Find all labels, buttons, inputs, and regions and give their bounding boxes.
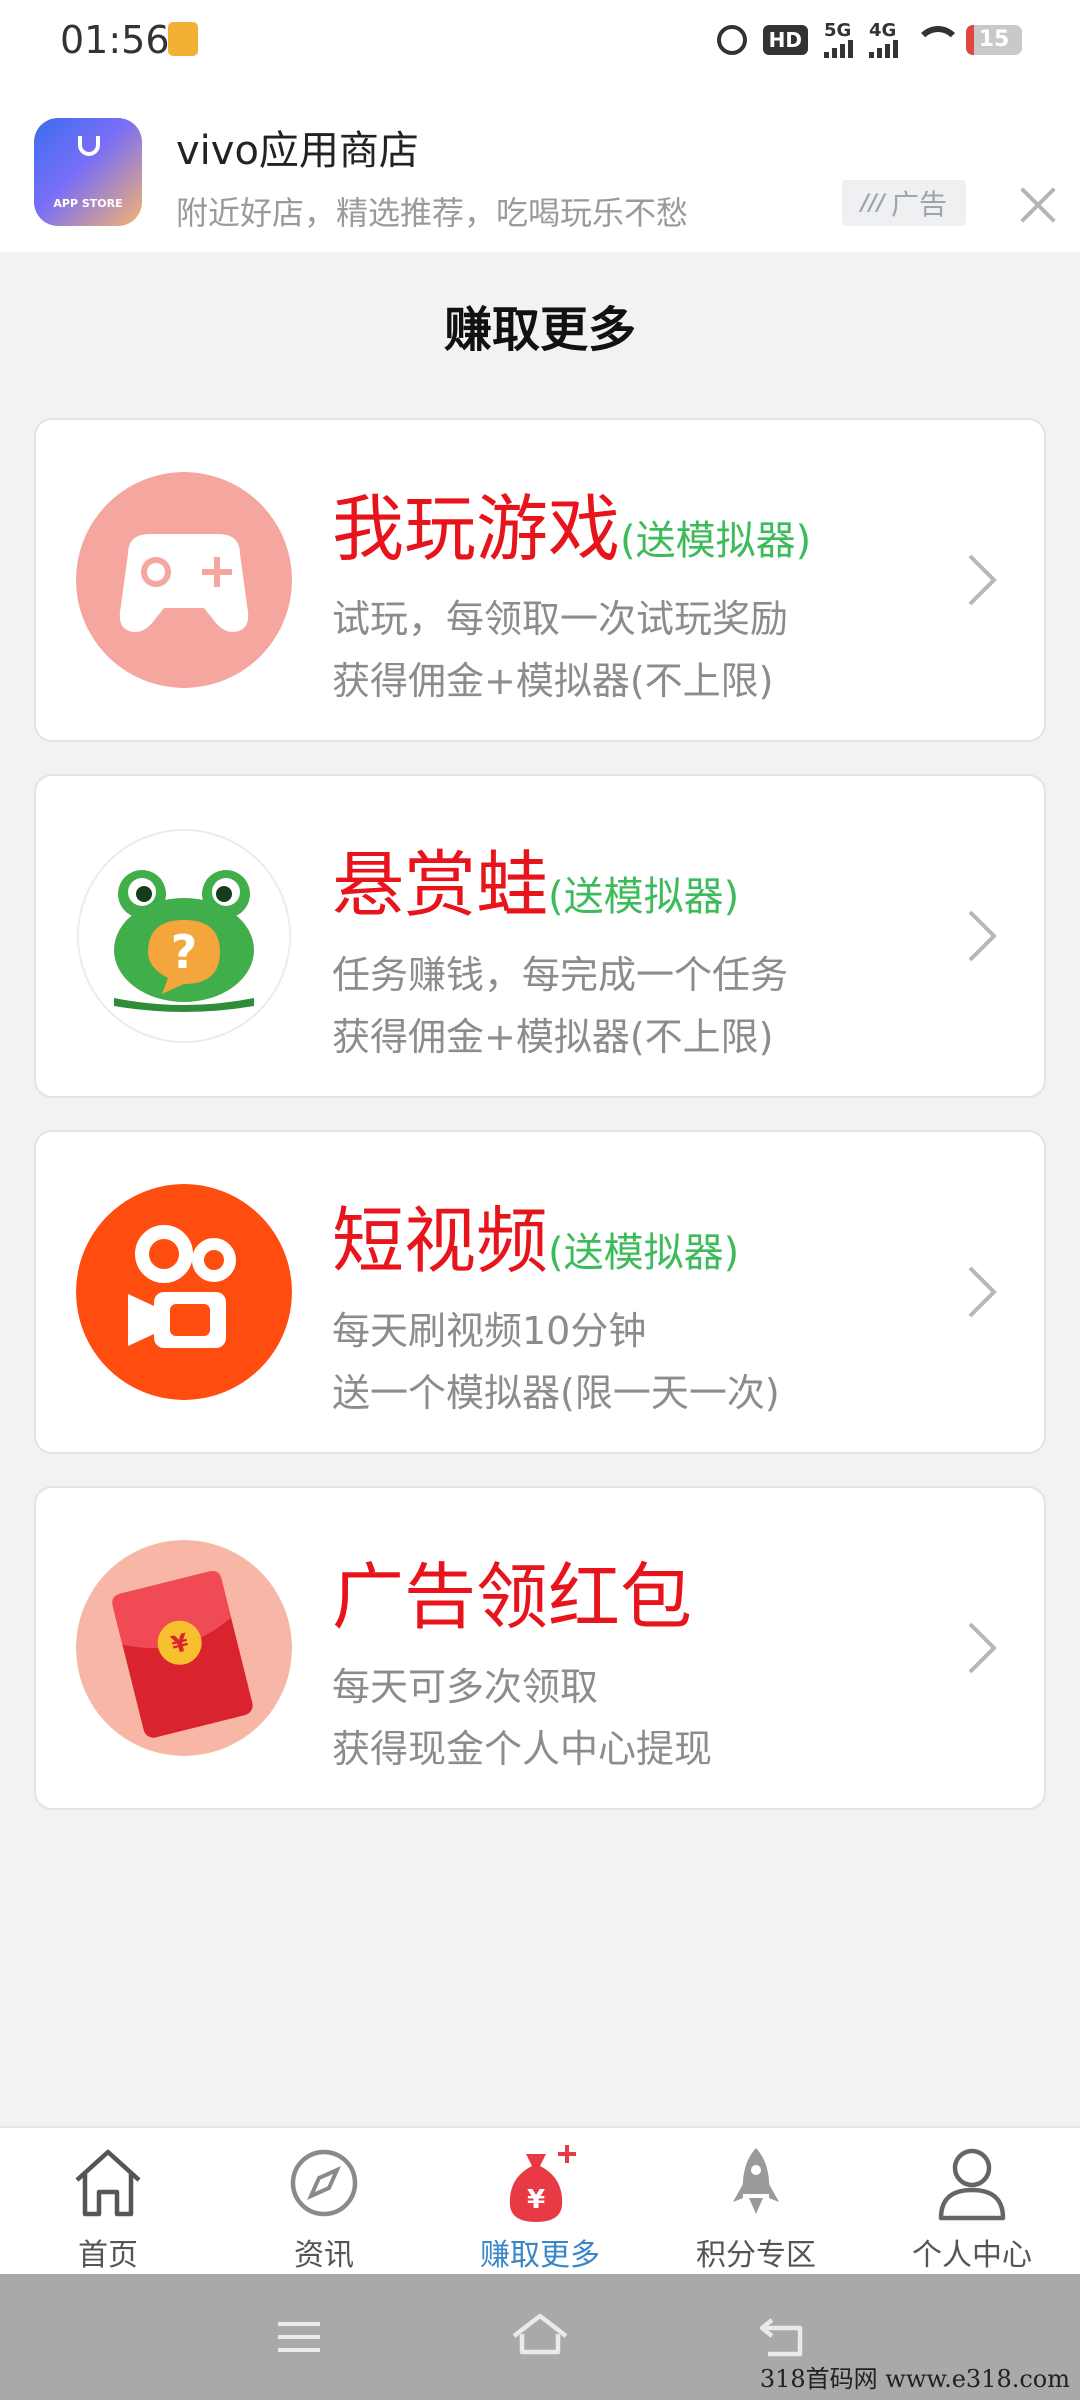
card-tag: (送模拟器) <box>548 1230 740 1276</box>
rocket-icon <box>733 2148 779 2214</box>
ad-mark-icon: /// <box>860 190 886 216</box>
ad-badge-label: 广告 <box>891 188 948 221</box>
nav-item-home[interactable]: 首页 <box>0 2128 216 2274</box>
nav-item-points[interactable]: 积分专区 <box>648 2128 864 2274</box>
chevron-right-icon <box>968 554 997 606</box>
money-bag-icon: ¥ <box>509 2145 576 2222</box>
svg-text:?: ? <box>171 925 198 979</box>
card-play-games[interactable]: 我玩游戏(送模拟器) 试玩，每领取一次试玩奖励 获得佣金+模拟器(不上限) <box>34 418 1046 742</box>
gamepad-icon <box>76 472 292 688</box>
signal-5g-icon: 5G <box>824 22 853 58</box>
nav-label: 积分专区 <box>696 2238 816 2273</box>
card-short-video[interactable]: 短视频(送模拟器) 每天刷视频10分钟 送一个模拟器(限一天一次) <box>34 1130 1046 1454</box>
app-store-logo: APP STORE <box>34 118 142 226</box>
chevron-right-icon <box>968 910 997 962</box>
page-title: 赚取更多 <box>443 302 636 358</box>
video-camera-icon <box>76 1184 292 1400</box>
card-title-row: 悬赏蛙(送模拟器) <box>332 826 739 931</box>
nav-item-earn-more[interactable]: ¥ 赚取更多 <box>432 2128 648 2274</box>
nav-label: 个人中心 <box>912 2238 1032 2273</box>
menu-icon[interactable] <box>274 2312 324 2362</box>
card-title: 悬赏蛙 <box>332 843 549 927</box>
nav-item-news[interactable]: 资讯 <box>216 2128 432 2274</box>
card-tag: (送模拟器) <box>548 874 740 920</box>
page-header: 赚取更多 <box>0 252 1080 386</box>
chevron-right-icon <box>968 1622 997 1674</box>
shopping-bag-icon <box>78 136 100 156</box>
nav-label: 赚取更多 <box>480 2238 600 2273</box>
nav-label: 首页 <box>78 2238 138 2273</box>
red-envelope-icon: ¥ <box>76 1540 292 1756</box>
card-desc-line1: 每天刷视频10分钟 <box>332 1309 647 1353</box>
battery-icon: 15 <box>966 25 1022 55</box>
card-description: 试玩，每领取一次试玩奖励 获得佣金+模拟器(不上限) <box>332 588 788 712</box>
card-ad-red-envelope[interactable]: ¥ 广告领红包 每天可多次领取 获得现金个人中心提现 <box>34 1486 1046 1810</box>
card-tag: (送模拟器) <box>620 518 812 564</box>
card-title: 我玩游戏 <box>332 487 621 571</box>
card-desc-line2: 获得佣金+模拟器(不上限) <box>332 659 774 703</box>
status-icons: HD 5G 4G 15 <box>716 22 1022 58</box>
nav-item-profile[interactable]: 个人中心 <box>864 2128 1080 2274</box>
ad-banner[interactable]: APP STORE vivo应用商店 附近好店，精选推荐，吃喝玩乐不愁 /// … <box>0 84 1080 252</box>
card-bounty-frog[interactable]: ? 悬赏蛙(送模拟器) 任务赚钱，每完成一个任务 获得佣金+模拟器(不上限) <box>34 774 1046 1098</box>
card-title: 广告领红包 <box>332 1555 693 1639</box>
home-icon <box>75 2149 141 2217</box>
alarm-icon <box>716 25 747 55</box>
card-desc-line2: 获得佣金+模拟器(不上限) <box>332 1015 774 1059</box>
compass-icon <box>290 2149 358 2217</box>
wifi-icon <box>914 26 962 54</box>
status-bar: 01:56 HD 5G 4G 15 <box>0 0 1080 84</box>
back-icon[interactable] <box>756 2312 808 2362</box>
ad-title: vivo应用商店 <box>176 128 419 174</box>
card-description: 每天可多次领取 获得现金个人中心提现 <box>332 1656 712 1780</box>
ad-badge: /// 广告 <box>842 180 966 226</box>
notification-app-icon <box>168 22 198 56</box>
nav-label: 资讯 <box>294 2238 354 2273</box>
card-title-row: 我玩游戏(送模拟器) <box>332 470 811 575</box>
card-desc-line2: 送一个模拟器(限一天一次) <box>332 1371 780 1415</box>
hd-icon: HD <box>762 25 808 55</box>
card-description: 任务赚钱，每完成一个任务 获得佣金+模拟器(不上限) <box>332 944 788 1068</box>
user-icon <box>938 2148 1006 2221</box>
frog-icon: ? <box>76 828 292 1044</box>
card-title-row: 广告领红包 <box>332 1538 692 1643</box>
close-icon[interactable] <box>1018 186 1058 226</box>
signal-4g-icon: 4G <box>869 22 898 58</box>
ad-subtitle: 附近好店，精选推荐，吃喝玩乐不愁 <box>176 194 689 232</box>
system-nav-bar: 318首码网 www.e318.com <box>0 2274 1080 2400</box>
watermark: 318首码网 www.e318.com <box>759 2365 1070 2393</box>
bottom-nav: 首页 资讯 ¥ 赚取更多 积分专区 个人中心 <box>0 2126 1080 2274</box>
card-desc-line2: 获得现金个人中心提现 <box>332 1727 713 1771</box>
chevron-right-icon <box>968 1266 997 1318</box>
card-desc-line1: 任务赚钱，每完成一个任务 <box>332 953 789 997</box>
svg-text:¥: ¥ <box>527 2185 545 2215</box>
card-desc-line1: 试玩，每领取一次试玩奖励 <box>332 597 789 641</box>
home-button-icon[interactable] <box>510 2312 570 2362</box>
status-time: 01:56 <box>60 18 170 62</box>
card-title-row: 短视频(送模拟器) <box>332 1182 739 1287</box>
card-desc-line1: 每天可多次领取 <box>332 1665 599 1709</box>
card-description: 每天刷视频10分钟 送一个模拟器(限一天一次) <box>332 1300 780 1424</box>
card-title: 短视频 <box>332 1199 549 1283</box>
